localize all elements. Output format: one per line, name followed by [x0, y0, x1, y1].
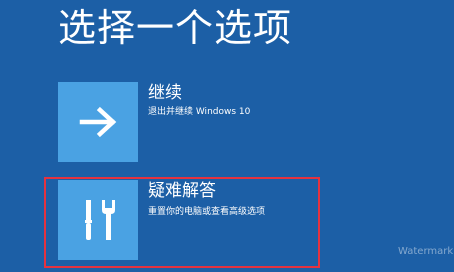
continue-description: 退出并继续 Windows 10: [148, 107, 251, 117]
page-title: 选择一个选项: [58, 6, 293, 50]
arrow-right-icon: [79, 106, 117, 138]
tools-icon: [85, 200, 115, 240]
continue-tile[interactable]: [58, 82, 138, 162]
continue-option[interactable]: 继续 退出并继续 Windows 10: [58, 82, 358, 162]
troubleshoot-option[interactable]: 疑难解答 重置你的电脑或查看高级选项: [58, 180, 358, 260]
troubleshoot-tile[interactable]: [58, 180, 138, 260]
watermark: Watermark: [398, 246, 454, 257]
troubleshoot-label: 疑难解答: [148, 181, 216, 201]
troubleshoot-description: 重置你的电脑或查看高级选项: [148, 207, 266, 217]
continue-label: 继续: [148, 83, 182, 103]
recovery-options-screen: 选择一个选项 继续 退出并继续 Windows 10 疑难解答 重置你的电脑或查…: [0, 0, 454, 272]
